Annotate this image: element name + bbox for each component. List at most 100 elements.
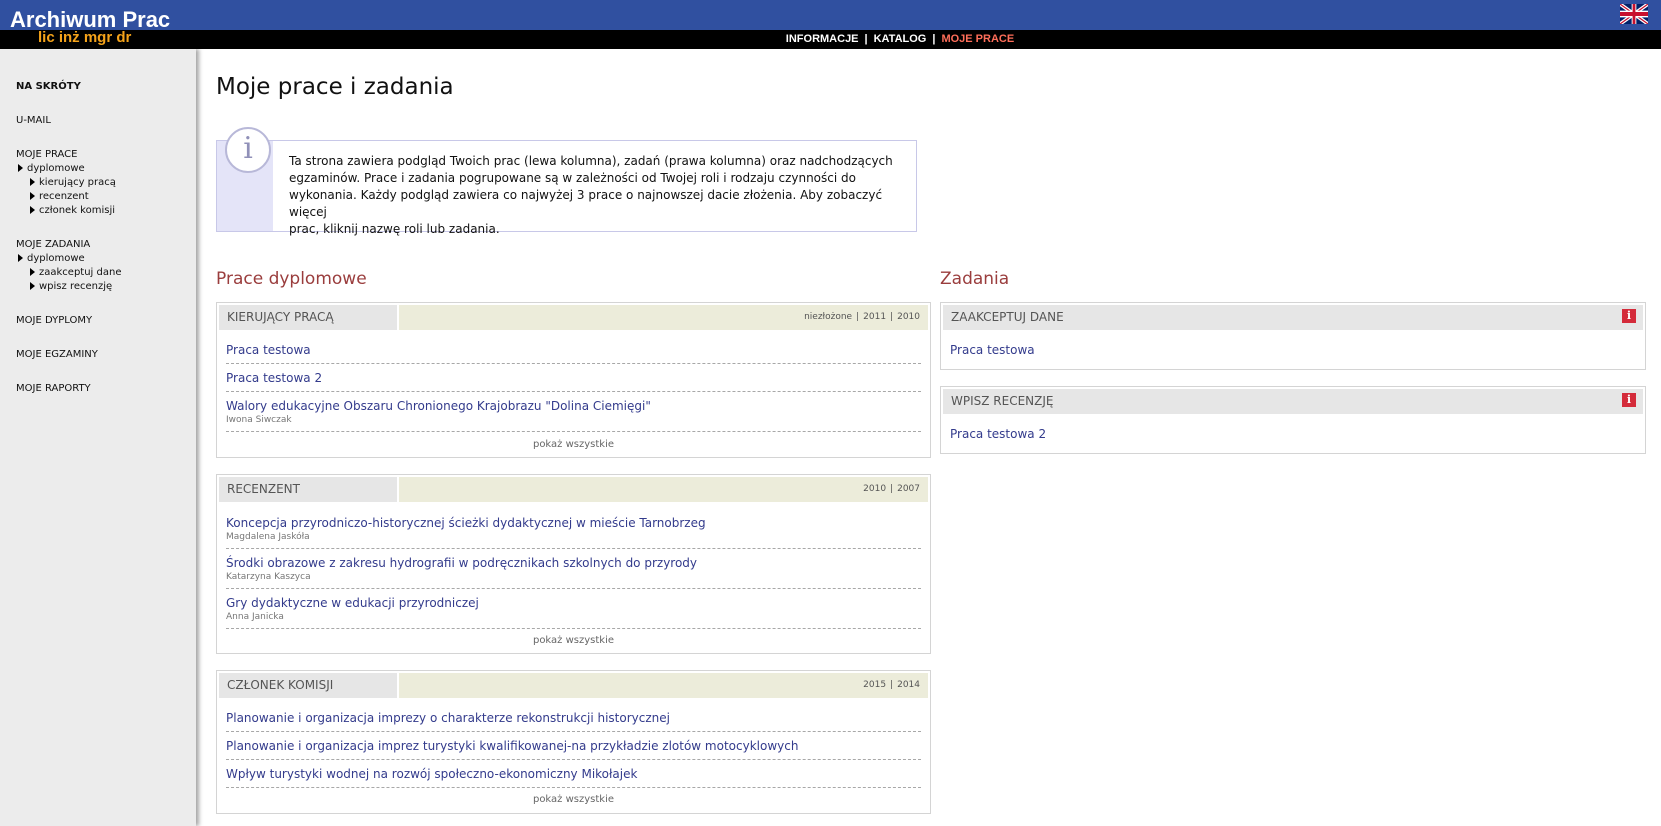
sidebar-item-label: kierujący pracą: [39, 177, 116, 188]
triangle-right-icon: [30, 282, 35, 290]
sidebar-moje-raporty[interactable]: MOJE RAPORTY: [16, 383, 91, 394]
panel-filters: niezłożone | 2011 | 2010: [399, 305, 928, 330]
info-box: i Ta strona zawiera podgląd Twoich prac …: [216, 127, 917, 236]
triangle-right-icon: [30, 178, 35, 186]
filter-niezlozone[interactable]: niezłożone: [804, 312, 852, 322]
divider: [226, 787, 921, 788]
info-line: Ta strona zawiera podgląd Twoich prac (l…: [289, 154, 893, 168]
panel-recenzent: RECENZENT 2010 | 2007 Koncepcja przyrodnic…: [216, 474, 931, 654]
divider: [226, 759, 921, 760]
show-all-link[interactable]: pokaż wszystkie: [217, 635, 930, 646]
work-author: Anna Janicka: [226, 612, 284, 622]
divider: [226, 548, 921, 549]
panel-kierujacy: KIERUJĄCY PRACĄ niezłożone | 2011 | 2010 Pra…: [216, 302, 931, 458]
filter-separator: |: [890, 312, 894, 322]
sidebar-item-kierujacy[interactable]: kierujący pracą: [30, 177, 116, 188]
nav-moje-prace[interactable]: MOJE PRACE: [941, 33, 1014, 45]
sidebar-prace-dyplomowe-label: dyplomowe: [27, 163, 85, 174]
panel-czlonek: CZŁONEK KOMISJI 2015 | 2014 Planowanie i o…: [216, 670, 931, 814]
panel-filters: 2015 | 2014: [399, 673, 928, 698]
site-logo-title[interactable]: Archiwum Prac: [10, 9, 170, 31]
sidebar-item-label: członek komisji: [39, 205, 116, 216]
divider: [226, 391, 921, 392]
sidebar-item-czlonek[interactable]: członek komisji: [30, 205, 115, 216]
info-line: prac, kliknij nazwę roli lub zadania.: [289, 222, 500, 236]
work-link[interactable]: Planowanie i organizacja imprez turystyk…: [226, 739, 798, 753]
panel-header-czlonek[interactable]: CZŁONEK KOMISJI: [219, 673, 397, 698]
nav-katalog[interactable]: KATALOG: [874, 33, 927, 45]
sidebar-na-skroty[interactable]: NA SKRÓTY: [16, 81, 81, 92]
sidebar: NA SKRÓTY U-MAIL MOJE PRACE dyplomowe ki…: [0, 49, 196, 826]
panel-zaakceptuj: ZAAKCEPTUJ DANE i Praca testowa: [940, 302, 1646, 370]
section-title-prace: Prace dyplomowe: [216, 269, 367, 289]
work-link[interactable]: Planowanie i organizacja imprezy o chara…: [226, 711, 670, 725]
section-title-zadania: Zadania: [940, 269, 1010, 289]
sidebar-zadania-dyplomowe-label: dyplomowe: [27, 253, 85, 264]
filter-2011[interactable]: 2011: [863, 312, 886, 322]
sidebar-moje-prace[interactable]: MOJE PRACE: [16, 149, 77, 160]
top-header-bar: [0, 0, 1661, 30]
info-text: Ta strona zawiera podgląd Twoich prac (l…: [289, 153, 901, 238]
triangle-right-icon: [18, 254, 23, 262]
filter-2007[interactable]: 2007: [897, 484, 920, 494]
page-title: Moje prace i zadania: [216, 74, 454, 100]
filter-2010[interactable]: 2010: [863, 484, 886, 494]
filter-separator: |: [856, 312, 860, 322]
work-link[interactable]: Walory edukacyjne Obszaru Chronionego Kr…: [226, 399, 651, 413]
top-navigation: INFORMACJE | KATALOG | MOJE PRACE: [0, 33, 1661, 45]
info-icon: i: [225, 127, 271, 173]
work-link[interactable]: Gry dydaktyczne w edukacji przyrodniczej: [226, 596, 479, 610]
sidebar-moje-dyplomy[interactable]: MOJE DYPLOMY: [16, 315, 92, 326]
panel-header-zaakceptuj[interactable]: ZAAKCEPTUJ DANE: [943, 305, 1643, 330]
panel-header-recenzent[interactable]: RECENZENT: [219, 477, 397, 502]
sidebar-moje-zadania[interactable]: MOJE ZADANIA: [16, 239, 90, 250]
info-line: egzaminów. Prace i zadania pogrupowane s…: [289, 171, 856, 185]
sidebar-item-label: recenzent: [39, 191, 89, 202]
panel-header-wpisz[interactable]: WPISZ RECENZJĘ: [943, 389, 1643, 414]
task-link[interactable]: Praca testowa: [950, 343, 1035, 357]
triangle-right-icon: [30, 192, 35, 200]
work-link[interactable]: Praca testowa: [226, 343, 311, 357]
nav-separator: |: [864, 33, 868, 45]
work-link[interactable]: Środki obrazowe z zakresu hydrografii w …: [226, 556, 697, 570]
sidebar-zadania-dyplomowe[interactable]: dyplomowe: [18, 253, 85, 264]
work-link[interactable]: Praca testowa 2: [226, 371, 322, 385]
sidebar-item-wpisz[interactable]: wpisz recenzję: [30, 281, 112, 292]
divider: [226, 363, 921, 364]
sidebar-item-recenzent[interactable]: recenzent: [30, 191, 89, 202]
work-author: Magdalena Jaskóła: [226, 532, 310, 542]
filter-2010[interactable]: 2010: [897, 312, 920, 322]
work-author: Iwona Siwczak: [226, 415, 292, 425]
sidebar-moje-egzaminy[interactable]: MOJE EGZAMINY: [16, 349, 98, 360]
uk-flag-icon[interactable]: [1620, 4, 1648, 24]
show-all-link[interactable]: pokaż wszystkie: [217, 794, 930, 805]
filter-2014[interactable]: 2014: [897, 680, 920, 690]
sidebar-prace-dyplomowe[interactable]: dyplomowe: [18, 163, 85, 174]
sidebar-umail[interactable]: U-MAIL: [16, 115, 51, 126]
sidebar-item-label: zaakceptuj dane: [39, 267, 122, 278]
info-icon[interactable]: i: [1622, 393, 1636, 407]
filter-2015[interactable]: 2015: [863, 680, 886, 690]
panel-header-kierujacy[interactable]: KIERUJĄCY PRACĄ: [219, 305, 397, 330]
divider: [226, 731, 921, 732]
panel-wpisz: WPISZ RECENZJĘ i Praca testowa 2: [940, 386, 1646, 454]
nav-informacje[interactable]: INFORMACJE: [786, 33, 859, 45]
sidebar-item-zaakceptuj[interactable]: zaakceptuj dane: [30, 267, 121, 278]
sidebar-item-label: wpisz recenzję: [39, 281, 113, 292]
work-link[interactable]: Koncepcja przyrodniczo-historycznej ście…: [226, 516, 706, 530]
info-icon[interactable]: i: [1622, 309, 1636, 323]
panel-filters: 2010 | 2007: [399, 477, 928, 502]
task-link[interactable]: Praca testowa 2: [950, 427, 1046, 441]
triangle-right-icon: [30, 268, 35, 276]
nav-separator: |: [932, 33, 936, 45]
filter-separator: |: [890, 680, 894, 690]
show-all-link[interactable]: pokaż wszystkie: [217, 439, 930, 450]
triangle-right-icon: [30, 206, 35, 214]
triangle-right-icon: [18, 164, 23, 172]
work-author: Katarzyna Kaszyca: [226, 572, 311, 582]
filter-separator: |: [890, 484, 894, 494]
divider: [226, 431, 921, 432]
work-link[interactable]: Wpływ turystyki wodnej na rozwój społecz…: [226, 767, 637, 781]
divider: [226, 628, 921, 629]
divider: [226, 588, 921, 589]
